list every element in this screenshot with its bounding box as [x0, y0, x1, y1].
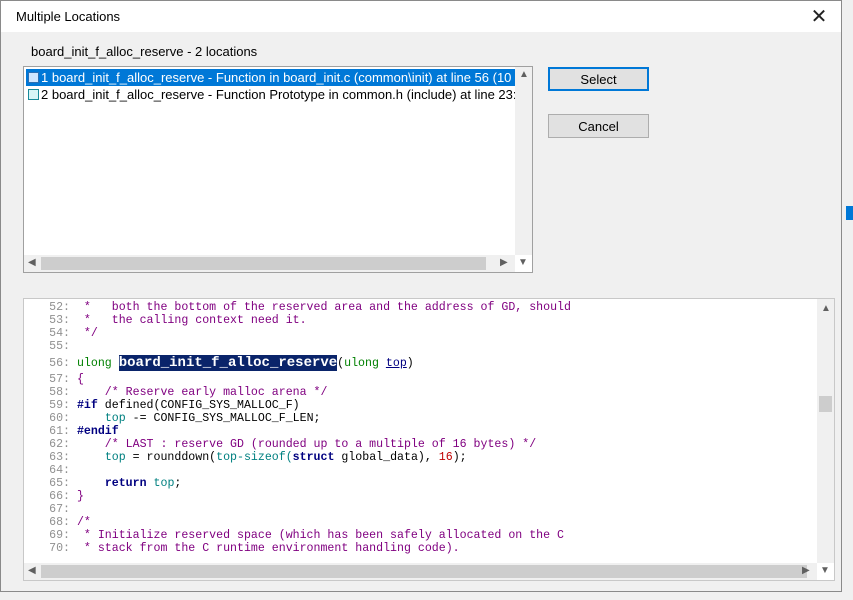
title-bar: Multiple Locations ✕: [1, 1, 841, 32]
code-line: 68: /*: [49, 516, 91, 529]
scroll-up-icon[interactable]: ▲: [821, 303, 831, 314]
multiple-locations-dialog: Multiple Locations ✕ board_init_f_alloc_…: [0, 0, 842, 592]
code-line: 56: ulong board_init_f_alloc_reserve(ulo…: [49, 355, 414, 371]
code-line: 61: #endif: [49, 425, 119, 438]
locations-heading: board_init_f_alloc_reserve - 2 locations: [31, 44, 258, 59]
background-window-edge: [846, 206, 853, 220]
code-line: 58: /* Reserve early malloc arena */: [49, 386, 328, 399]
list-horizontal-scrollbar[interactable]: ◀ ▶: [24, 255, 515, 272]
code-preview-pane: 52: * both the bottom of the reserved ar…: [23, 298, 835, 581]
close-icon[interactable]: ✕: [799, 1, 839, 31]
scroll-left-icon[interactable]: ◀: [28, 565, 36, 576]
scroll-up-icon[interactable]: ▲: [519, 69, 529, 80]
select-button[interactable]: Select: [548, 67, 649, 91]
scrollbar-thumb[interactable]: [41, 257, 486, 270]
code-line: 57: {: [49, 373, 84, 386]
code-line: 55:: [49, 340, 70, 353]
code-line: 62: /* LAST : reserve GD (rounded up to …: [49, 438, 537, 451]
prototype-file-icon: [28, 89, 39, 100]
code-horizontal-scrollbar[interactable]: ◀ ▶: [24, 563, 817, 580]
code-line: 59: #if defined(CONFIG_SYS_MALLOC_F): [49, 399, 300, 412]
locations-list[interactable]: 1 board_init_f_alloc_reserve - Function …: [23, 66, 533, 273]
location-text: 1 board_init_f_alloc_reserve - Function …: [41, 70, 512, 85]
code-line: 64:: [49, 464, 70, 477]
code-line: 60: top -= CONFIG_SYS_MALLOC_F_LEN;: [49, 412, 321, 425]
code-line: 52: * both the bottom of the reserved ar…: [49, 301, 571, 314]
location-text: 2 board_init_f_alloc_reserve - Function …: [41, 87, 516, 102]
code-vertical-scrollbar[interactable]: ▲: [817, 299, 834, 563]
code-line: 54: */: [49, 327, 98, 340]
scroll-down-icon[interactable]: ▼: [518, 257, 528, 268]
scrollbar-thumb[interactable]: [41, 565, 807, 578]
code-line: 63: top = rounddown(top-sizeof(struct gl…: [49, 451, 467, 464]
scroll-right-icon[interactable]: ▶: [802, 565, 810, 576]
code-line: 66: }: [49, 490, 84, 503]
list-item[interactable]: 2 board_init_f_alloc_reserve - Function …: [26, 86, 516, 103]
code-line: 69: * Initialize reserved space (which h…: [49, 529, 564, 542]
scroll-down-icon[interactable]: ▼: [820, 565, 830, 576]
window-title: Multiple Locations: [16, 9, 121, 24]
function-file-icon: [28, 72, 39, 83]
highlighted-symbol: board_init_f_alloc_reserve: [118, 355, 338, 371]
list-vertical-scrollbar[interactable]: ▲: [515, 67, 532, 255]
scrollbar-track[interactable]: [517, 84, 530, 254]
code-line: 65: return top;: [49, 477, 182, 490]
scroll-left-icon[interactable]: ◀: [28, 257, 36, 268]
code-line: 67:: [49, 503, 70, 516]
code-line: 70: * stack from the C runtime environme…: [49, 542, 460, 555]
scrollbar-thumb[interactable]: [819, 396, 832, 412]
list-item[interactable]: 1 board_init_f_alloc_reserve - Function …: [26, 69, 516, 86]
scroll-right-icon[interactable]: ▶: [500, 257, 508, 268]
code-line: 53: * the calling context need it.: [49, 314, 307, 327]
cancel-button[interactable]: Cancel: [548, 114, 649, 138]
